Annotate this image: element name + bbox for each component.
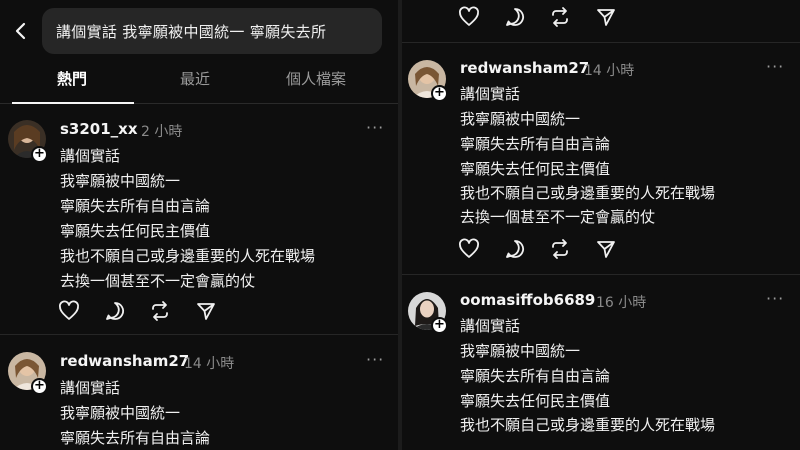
right-screenshot-panel: + redwansham27 14 小時 ··· 講個實話 我寧願被中國統一 寧… xyxy=(402,0,800,450)
share-icon[interactable] xyxy=(595,6,617,28)
post-text-line: 我寧願被中國統一 xyxy=(460,342,581,360)
tab-popular[interactable]: 熱門 xyxy=(57,68,87,89)
post-divider xyxy=(402,42,800,43)
more-options-icon[interactable]: ··· xyxy=(366,118,384,137)
post-text-line: 講個實話 xyxy=(460,317,521,335)
post-text-line: 寧願失去任何民主價值 xyxy=(60,222,211,240)
post-actions xyxy=(458,6,618,28)
post-timestamp: 2 小時 xyxy=(141,124,183,140)
post-actions xyxy=(458,238,618,260)
post-timestamp: 14 小時 xyxy=(584,63,635,79)
repost-icon[interactable] xyxy=(549,6,571,28)
post-username[interactable]: s3201_xx xyxy=(60,120,138,138)
search-query-text: 講個實話 我寧願被中國統一 寧願失去所 xyxy=(56,23,327,41)
post-text-line: 講個實話 xyxy=(460,85,521,103)
back-arrow-icon[interactable] xyxy=(10,20,32,42)
post-text-line: 寧願失去所有自由言論 xyxy=(460,135,611,153)
post-text-line: 我寧願被中國統一 xyxy=(460,110,581,128)
post-username[interactable]: redwansham27 xyxy=(460,59,589,77)
share-icon[interactable] xyxy=(195,300,217,322)
active-tab-indicator xyxy=(12,102,134,104)
post-text-line: 寧願失去任何民主價值 xyxy=(460,392,611,410)
left-screenshot-panel: 講個實話 我寧願被中國統一 寧願失去所 熱門 最近 個人檔案 + s3201_x… xyxy=(0,0,398,450)
more-options-icon[interactable]: ··· xyxy=(766,57,784,76)
post-card[interactable]: + s3201_xx 2 小時 ··· 講個實話 我寧願被中國統一 寧願失去所有… xyxy=(0,116,398,326)
more-options-icon[interactable]: ··· xyxy=(366,350,384,369)
post-card[interactable]: + redwansham27 14 小時 ··· 講個實話 我寧願被中國統一 寧… xyxy=(402,56,800,266)
post-actions xyxy=(58,300,218,322)
search-header: 講個實話 我寧願被中國統一 寧願失去所 xyxy=(0,6,398,58)
post-divider xyxy=(0,334,398,335)
post-text-line: 寧願失去所有自由言論 xyxy=(60,429,211,447)
heart-icon[interactable] xyxy=(458,6,480,28)
post-text-line: 寧願失去任何民主價值 xyxy=(460,160,611,178)
post-text-line: 去換一個甚至不一定會贏的仗 xyxy=(60,272,256,290)
post-divider xyxy=(402,274,800,275)
post-timestamp: 16 小時 xyxy=(596,295,647,311)
post-timestamp: 14 小時 xyxy=(184,356,235,372)
post-username[interactable]: redwansham27 xyxy=(60,352,189,370)
more-options-icon[interactable]: ··· xyxy=(766,289,784,308)
heart-icon[interactable] xyxy=(58,300,80,322)
post-text-line: 我寧願被中國統一 xyxy=(60,404,181,422)
post-text-line: 我也不願自己或身邊重要的人死在戰場 xyxy=(460,184,716,202)
post-text-line: 我寧願被中國統一 xyxy=(60,172,181,190)
follow-plus-icon[interactable]: + xyxy=(431,317,448,334)
repost-icon[interactable] xyxy=(549,238,571,260)
follow-plus-icon[interactable]: + xyxy=(31,378,48,395)
results-tabs: 熱門 最近 個人檔案 xyxy=(0,62,398,104)
tab-recent[interactable]: 最近 xyxy=(180,68,210,89)
search-input[interactable]: 講個實話 我寧願被中國統一 寧願失去所 xyxy=(42,8,382,54)
comment-icon[interactable] xyxy=(104,300,126,322)
share-icon[interactable] xyxy=(595,238,617,260)
follow-plus-icon[interactable]: + xyxy=(31,146,48,163)
post-card[interactable]: + oomasiffob6689 16 小時 ··· 講個實話 我寧願被中國統一… xyxy=(402,288,800,450)
tab-profiles[interactable]: 個人檔案 xyxy=(286,68,346,89)
post-username[interactable]: oomasiffob6689 xyxy=(460,291,595,309)
search-fade-overlay xyxy=(322,8,382,54)
post-text-line: 寧願失去所有自由言論 xyxy=(460,367,611,385)
repost-icon[interactable] xyxy=(149,300,171,322)
post-text-line: 去換一個甚至不一定會贏的仗 xyxy=(460,208,656,226)
comment-icon[interactable] xyxy=(504,6,526,28)
comment-icon[interactable] xyxy=(504,238,526,260)
heart-icon[interactable] xyxy=(458,238,480,260)
follow-plus-icon[interactable]: + xyxy=(431,85,448,102)
post-text-line: 寧願失去所有自由言論 xyxy=(60,197,211,215)
post-text-line: 我也不願自己或身邊重要的人死在戰場 xyxy=(60,247,316,265)
post-card[interactable]: + redwansham27 14 小時 ··· 講個實話 我寧願被中國統一 寧… xyxy=(0,348,398,450)
post-text-line: 講個實話 xyxy=(60,147,121,165)
post-text-line: 我也不願自己或身邊重要的人死在戰場 xyxy=(460,416,716,434)
post-text-line: 講個實話 xyxy=(60,379,121,397)
